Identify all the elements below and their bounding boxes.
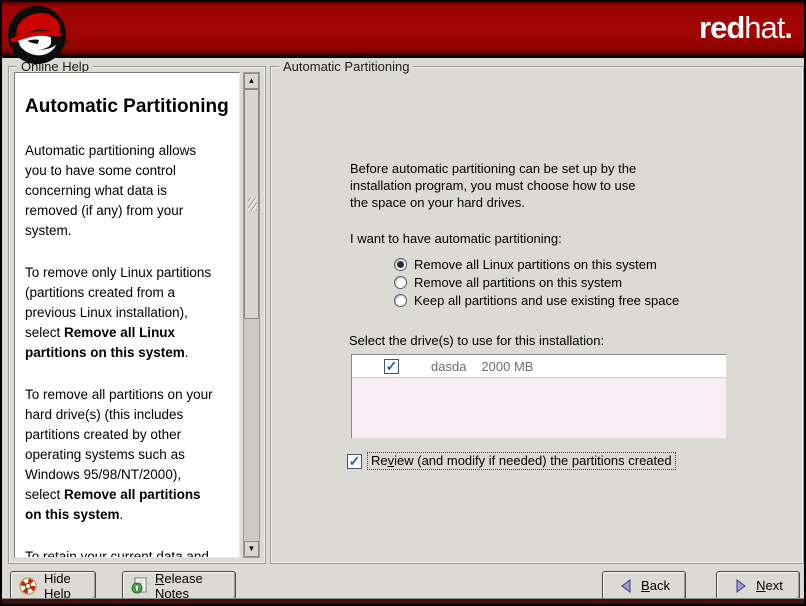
window-bottom-edge bbox=[2, 598, 804, 604]
scrollbar-thumb[interactable] bbox=[244, 89, 259, 319]
help-paragraph-2-period: . bbox=[185, 345, 189, 360]
scroll-up-button[interactable]: ▲ bbox=[244, 73, 259, 89]
redhat-logo-dot: . bbox=[784, 10, 792, 45]
next-button[interactable]: Next bbox=[716, 571, 800, 600]
intro-text: Before automatic partitioning can be set… bbox=[350, 160, 636, 211]
label-mnemonic: B bbox=[641, 578, 650, 593]
review-partitions-checkbox-row[interactable]: ✓ Review (and modify if needed) the part… bbox=[347, 452, 676, 470]
radio-remove-all-partitions[interactable]: Remove all partitions on this system bbox=[394, 273, 679, 291]
scroll-up-icon: ▲ bbox=[248, 77, 256, 85]
drive-select-label: Select the drive(s) to use for this inst… bbox=[349, 332, 604, 349]
help-paragraph-3-text: To remove all partitions on your hard dr… bbox=[25, 387, 213, 502]
next-arrow-icon bbox=[733, 578, 749, 594]
radio-button-icon[interactable] bbox=[394, 294, 407, 307]
partitioning-radio-group: Remove all Linux partitions on this syst… bbox=[394, 255, 679, 309]
help-paragraph-4-clipped: To retain your current data and bbox=[25, 547, 229, 558]
label-mnemonic: R bbox=[155, 571, 164, 586]
online-help-panel: Online Help Automatic Partitioning Autom… bbox=[8, 66, 266, 564]
drive-list[interactable]: ✓ dasda 2000 MB bbox=[351, 354, 727, 439]
automatic-partitioning-frame-label: Automatic Partitioning bbox=[279, 59, 413, 74]
review-checkbox-label: Review (and modify if needed) the partit… bbox=[367, 452, 676, 470]
release-notes-button[interactable]: Release Notes bbox=[122, 571, 236, 600]
back-arrow-icon bbox=[618, 578, 634, 594]
automatic-partitioning-panel: Automatic Partitioning Before automatic … bbox=[270, 66, 804, 564]
release-notes-icon bbox=[131, 577, 148, 594]
drive-name: dasda bbox=[431, 358, 466, 375]
next-label: Next bbox=[756, 578, 783, 593]
drive-size: 2000 MB bbox=[481, 358, 533, 375]
help-paragraph-3-period: . bbox=[120, 507, 124, 522]
help-text: Automatic Partitioning Automatic partiti… bbox=[15, 73, 239, 558]
lifebuoy-icon bbox=[19, 577, 37, 595]
hide-help-label: Hide Help bbox=[44, 571, 87, 601]
radio-button-icon[interactable] bbox=[394, 276, 407, 289]
release-notes-label: Release Notes bbox=[155, 571, 227, 601]
scrollbar-grip-icon bbox=[248, 197, 257, 211]
back-label: Back bbox=[641, 578, 670, 593]
scroll-down-icon: ▼ bbox=[248, 545, 256, 553]
label-part: ack bbox=[650, 578, 670, 593]
help-paragraph-2: To remove only Linux partitions (partiti… bbox=[25, 263, 229, 363]
registered-mark: ® bbox=[65, 40, 70, 47]
radio-label: Remove all partitions on this system bbox=[414, 274, 622, 291]
scroll-down-button[interactable]: ▼ bbox=[244, 541, 259, 557]
drive-checkbox[interactable]: ✓ bbox=[384, 359, 399, 374]
redhat-logo-hat: hat bbox=[744, 10, 784, 45]
help-paragraph-3: To remove all partitions on your hard dr… bbox=[25, 385, 229, 525]
radio-label: Keep all partitions and use existing fre… bbox=[414, 292, 679, 309]
redhat-logo: redhat. bbox=[699, 11, 792, 45]
radio-label: Remove all Linux partitions on this syst… bbox=[414, 256, 657, 273]
help-heading: Automatic Partitioning bbox=[25, 95, 229, 119]
help-scrollbar[interactable]: ▲ ▼ bbox=[243, 72, 260, 558]
review-checkbox[interactable]: ✓ bbox=[347, 454, 362, 469]
hide-help-button[interactable]: Hide Help bbox=[10, 571, 96, 600]
help-paragraph-1: Automatic partitioning allows you to hav… bbox=[25, 141, 229, 241]
installer-window: redhat. ® Online Help Automatic Partitio… bbox=[0, 0, 806, 606]
label-part: Hide bbox=[44, 571, 71, 586]
redhat-logo-red: red bbox=[699, 10, 744, 45]
help-viewer: Automatic Partitioning Automatic partiti… bbox=[14, 72, 240, 558]
checkmark-icon: ✓ bbox=[386, 360, 398, 372]
radio-remove-linux-partitions[interactable]: Remove all Linux partitions on this syst… bbox=[394, 255, 679, 273]
review-label-pre: Re bbox=[371, 453, 388, 468]
shadowman-logo bbox=[6, 4, 68, 66]
label-part: ext bbox=[766, 578, 783, 593]
checkmark-icon: ✓ bbox=[349, 455, 361, 467]
prompt-text: I want to have automatic partitioning: bbox=[350, 230, 562, 247]
radio-keep-all-partitions[interactable]: Keep all partitions and use existing fre… bbox=[394, 291, 679, 309]
back-button[interactable]: Back bbox=[602, 571, 686, 600]
top-banner: redhat. bbox=[2, 2, 804, 58]
radio-button-selected-icon[interactable] bbox=[394, 258, 407, 271]
label-mnemonic: N bbox=[756, 578, 765, 593]
drive-row-dasda[interactable]: ✓ dasda 2000 MB bbox=[352, 355, 726, 378]
review-label-post: iew (and modify if needed) the partition… bbox=[394, 453, 672, 468]
